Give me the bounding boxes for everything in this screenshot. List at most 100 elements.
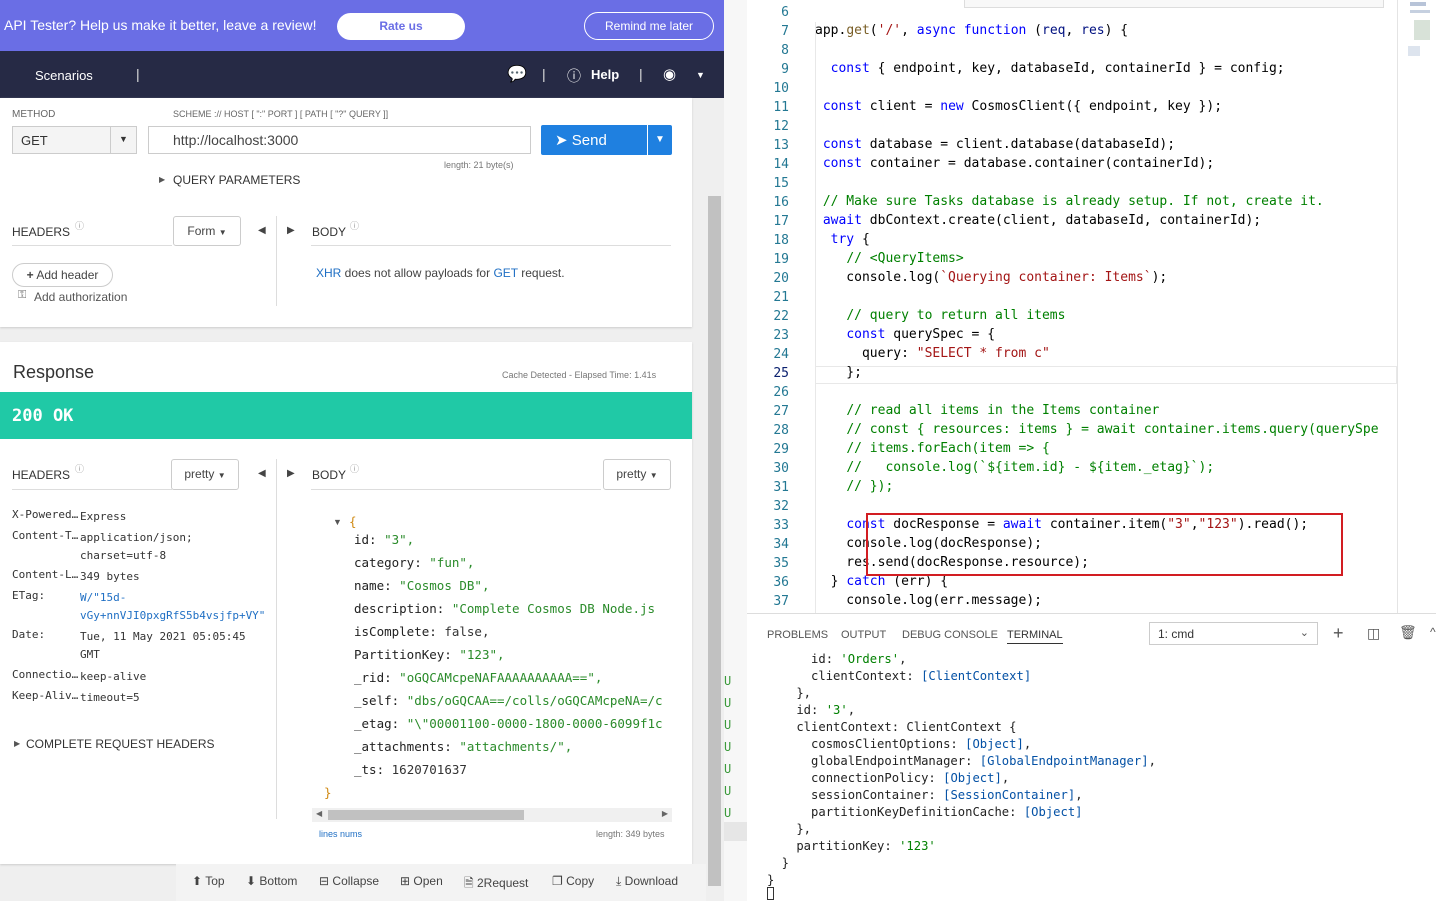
headers-heading: HEADERS: [12, 225, 71, 239]
json-value: "dbs/oGQCAA==/colls/oGQCAMcpeNA=/c: [406, 693, 663, 708]
key-icon: ⚿: [18, 289, 27, 301]
scrollbar-thumb[interactable]: [328, 810, 524, 820]
to-request-button[interactable]: 🗎 2Request: [464, 874, 528, 895]
scroll-right-icon[interactable]: ▶: [662, 809, 668, 818]
lines-nums-toggle[interactable]: lines nums: [319, 829, 362, 839]
header-value: application/json; charset=utf-8: [80, 531, 193, 562]
line-number: 19: [773, 252, 789, 267]
terminal-output[interactable]: id: 'Orders', clientContext: [ClientCont…: [747, 651, 1436, 901]
form-dropdown[interactable]: Form ▼: [173, 216, 241, 246]
code-line: const { endpoint, key, databaseId, conta…: [830, 61, 1285, 76]
header-key: Date:: [12, 628, 46, 641]
collapse-left-icon[interactable]: ◀: [258, 225, 266, 236]
query-parameters-toggle[interactable]: QUERY PARAMETERS: [173, 173, 300, 187]
body-format-dropdown[interactable]: pretty ▼: [603, 459, 671, 490]
request-word: request.: [517, 266, 565, 280]
split-icon[interactable]: ◫: [1367, 625, 1380, 642]
chevron-down-icon[interactable]: ▼: [696, 70, 705, 80]
vertical-scrollbar[interactable]: [708, 196, 721, 886]
header-key: Content-T…: [12, 529, 79, 542]
bottom-button[interactable]: ⬇ Bottom: [246, 874, 297, 888]
line-number: 31: [773, 480, 789, 495]
headers-format-dropdown[interactable]: pretty ▼: [171, 459, 239, 490]
url-input[interactable]: http://localhost:3000: [148, 126, 531, 154]
divider: [276, 459, 277, 819]
xhr-link[interactable]: XHR: [316, 266, 341, 280]
expand-right-icon[interactable]: ▶: [287, 225, 295, 236]
collapse-button[interactable]: ⊟ Collapse: [319, 874, 379, 888]
line-number: 34: [773, 537, 789, 552]
method-value: GET: [21, 133, 48, 148]
json-key: category:: [354, 555, 422, 570]
terminal-line: clientContext: ClientContext {: [767, 720, 1017, 734]
horizontal-scrollbar[interactable]: ◀ ▶: [312, 808, 672, 822]
terminal-select[interactable]: 1: cmd ⌄: [1149, 622, 1318, 645]
json-line: id: "3",: [354, 532, 414, 547]
expand-right-icon[interactable]: ▶: [287, 468, 295, 479]
header-key: Content-L…: [12, 568, 79, 581]
complete-request-headers-toggle[interactable]: COMPLETE REQUEST HEADERS: [26, 737, 214, 751]
line-number: 15: [773, 176, 789, 191]
bottom-label: Bottom: [259, 874, 298, 888]
json-value: "Cosmos DB",: [399, 578, 490, 593]
tab-problems[interactable]: PROBLEMS: [767, 629, 828, 641]
terminal-line: cosmosClientOptions: [Object],: [767, 737, 1032, 751]
form-label: Form: [187, 224, 216, 238]
add-header-label: Add header: [36, 268, 99, 282]
info-icon: ⓘ: [350, 464, 360, 474]
info-icon: ⓘ: [350, 221, 360, 231]
line-number: 18: [773, 233, 789, 248]
tab-debug-console[interactable]: DEBUG CONSOLE: [902, 629, 998, 641]
copy-button[interactable]: ❐ Copy: [552, 874, 594, 888]
open-button[interactable]: ⊞ Open: [400, 874, 443, 888]
document-icon: 🗎: [464, 876, 474, 890]
chat-icon[interactable]: 💬: [507, 64, 527, 84]
terminal-line: clientContext: [ClientContext]: [767, 669, 1032, 683]
tab-output[interactable]: OUTPUT: [841, 629, 886, 641]
arrow-down-icon: ⬇: [246, 874, 257, 888]
chevron-up-icon[interactable]: ^: [1430, 625, 1436, 639]
json-line: PartitionKey: "123",: [354, 647, 505, 662]
method-select[interactable]: GET ▼: [12, 126, 137, 154]
copy-icon: ❐: [552, 874, 563, 888]
minimap[interactable]: [1398, 0, 1436, 70]
gutter-highlight: [724, 822, 747, 841]
json-key: isComplete:: [354, 624, 437, 639]
json-line: isComplete: false,: [354, 624, 489, 639]
help-icon[interactable]: ⓘ: [567, 66, 581, 86]
get-link: GET: [493, 266, 518, 280]
header-value: keep-alive: [80, 670, 147, 683]
top-label: Top: [205, 874, 225, 888]
terminal-select-value: 1: cmd: [1158, 627, 1195, 641]
user-icon[interactable]: ◉: [663, 65, 676, 83]
send-button[interactable]: ➤ Send: [541, 125, 647, 155]
line-number: 10: [773, 81, 789, 96]
line-number: 28: [773, 423, 789, 438]
terminal-line: partitionKeyDefinitionCache: [Object]: [767, 805, 1083, 819]
header-value: Tue, 11 May 2021 05:05:45 GMT: [80, 630, 246, 661]
header-key: Keep-Aliv…: [12, 689, 79, 702]
collapse-left-icon[interactable]: ◀: [258, 468, 266, 479]
scroll-left-icon[interactable]: ◀: [316, 809, 322, 818]
scheme-label: SCHEME :// HOST [ ":" PORT ] [ PATH [ "?…: [173, 109, 389, 119]
code-line: try {: [830, 232, 870, 247]
add-header-button[interactable]: + Add header: [12, 263, 113, 287]
send-options-button[interactable]: ▼: [648, 125, 672, 155]
code-line: const container = database.container(con…: [822, 156, 1215, 171]
download-button[interactable]: ⤓ Download: [616, 874, 678, 889]
remind-later-button[interactable]: Remind me later: [584, 12, 714, 40]
json-value: "123",: [459, 647, 505, 662]
banner-message: API Tester? Help us make it better, leav…: [4, 17, 317, 33]
collapse-json-icon[interactable]: ▼: [333, 517, 342, 527]
top-button[interactable]: ⬆ Top: [192, 874, 225, 888]
add-authorization-link[interactable]: Add authorization: [34, 290, 127, 304]
trash-icon[interactable]: 🗑: [1399, 624, 1417, 641]
code-line: // Make sure Tasks database is already s…: [822, 194, 1324, 209]
rate-us-button[interactable]: Rate us: [337, 13, 465, 40]
tab-terminal[interactable]: TERMINAL: [1007, 629, 1063, 644]
plus-icon[interactable]: +: [1333, 623, 1344, 644]
help-link[interactable]: Help: [591, 67, 619, 82]
response-headers-heading: HEADERS: [12, 468, 71, 482]
api-tester-panel: API Tester? Help us make it better, leav…: [0, 0, 724, 901]
scenarios-link[interactable]: Scenarios: [35, 68, 93, 83]
